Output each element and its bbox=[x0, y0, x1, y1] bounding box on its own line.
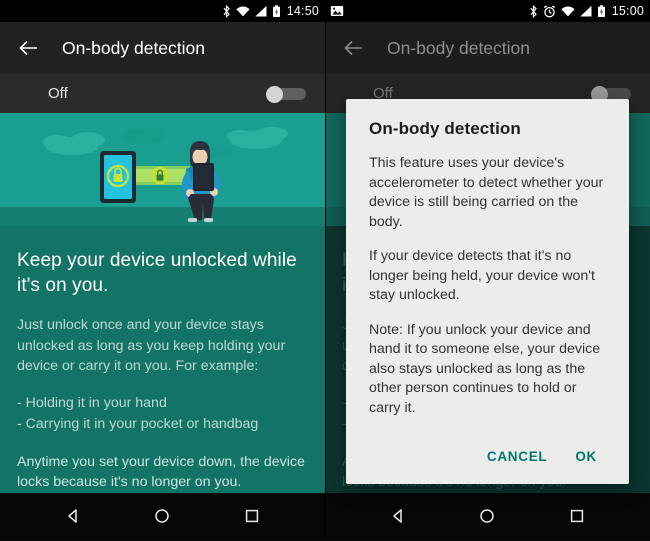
description-content-left: Keep your device unlocked while it's on … bbox=[0, 226, 325, 493]
cell-signal-icon bbox=[254, 5, 267, 16]
screen-divider bbox=[325, 0, 326, 541]
status-bar-right-icons: 14:50 bbox=[222, 4, 319, 18]
battery-charging-icon bbox=[272, 4, 280, 17]
bluetooth-icon bbox=[530, 4, 537, 18]
back-arrow-icon[interactable] bbox=[339, 33, 369, 63]
wifi-icon bbox=[236, 5, 250, 16]
status-bar-left: 14:50 bbox=[0, 0, 325, 22]
ok-button[interactable]: OK bbox=[566, 443, 606, 470]
description-paragraph-2: Anytime you set your device down, the de… bbox=[17, 453, 305, 491]
on-body-detection-toggle-row[interactable]: Off bbox=[0, 74, 325, 113]
nav-back-icon[interactable] bbox=[383, 501, 413, 531]
app-bar-left: On-body detection bbox=[0, 22, 325, 74]
dialog-title: On-body detection bbox=[369, 119, 521, 138]
dialog-actions: CANCEL OK bbox=[369, 433, 606, 476]
nav-recents-icon[interactable] bbox=[562, 501, 592, 531]
right-phone-screen: 15:00 On-body detection Off - - On-body … bbox=[325, 0, 650, 541]
status-bar-notification-icons bbox=[330, 5, 344, 17]
two-screenshot-comparison: 14:50 On-body detection Off Keep your de… bbox=[0, 0, 650, 541]
dialog-paragraph-1: This feature uses your device's accelero… bbox=[369, 155, 604, 230]
back-arrow-icon[interactable] bbox=[14, 33, 44, 63]
page-title: On-body detection bbox=[62, 37, 206, 58]
example-bullet-2: - Carrying it in your pocket or handbag bbox=[17, 415, 259, 432]
status-bar-right-icons: 15:00 bbox=[529, 4, 644, 18]
left-phone-screen: 14:50 On-body detection Off Keep your de… bbox=[0, 0, 325, 541]
navigation-bar-left bbox=[0, 492, 325, 540]
cancel-button[interactable]: CANCEL bbox=[478, 443, 556, 470]
nav-back-icon[interactable] bbox=[58, 501, 88, 531]
page-title: On-body detection bbox=[387, 37, 531, 58]
toggle-state-label: Off bbox=[48, 85, 68, 102]
dialog-paragraph-3: Note: If you unlock your device and hand… bbox=[369, 321, 601, 416]
alarm-clock-icon bbox=[543, 4, 555, 17]
nav-home-icon[interactable] bbox=[472, 501, 502, 531]
bluetooth-icon bbox=[223, 4, 230, 18]
status-bar-clock: 14:50 bbox=[286, 4, 319, 18]
on-body-detection-dialog: On-body detection This feature uses your… bbox=[346, 99, 629, 484]
app-bar-right: On-body detection bbox=[325, 22, 650, 74]
wifi-icon bbox=[561, 5, 575, 16]
description-paragraph-1: Just unlock once and your device stays u… bbox=[17, 317, 286, 374]
on-body-detection-illustration bbox=[0, 113, 325, 226]
on-body-detection-switch[interactable] bbox=[266, 85, 306, 103]
navigation-bar-right bbox=[325, 492, 650, 540]
battery-charging-icon bbox=[597, 4, 605, 17]
nav-recents-icon[interactable] bbox=[237, 501, 267, 531]
screenshot-icon bbox=[330, 6, 344, 16]
cell-signal-icon bbox=[579, 5, 592, 16]
switch-thumb bbox=[266, 85, 283, 103]
headline: Keep your device unlocked while it's on … bbox=[17, 250, 297, 296]
nav-home-icon[interactable] bbox=[147, 501, 177, 531]
example-bullet-1: - Holding it in your hand bbox=[17, 394, 167, 411]
dialog-paragraph-2: If your device detects that it's no long… bbox=[369, 248, 595, 303]
status-bar-clock: 15:00 bbox=[611, 4, 644, 18]
status-bar-right: 15:00 bbox=[325, 0, 650, 22]
